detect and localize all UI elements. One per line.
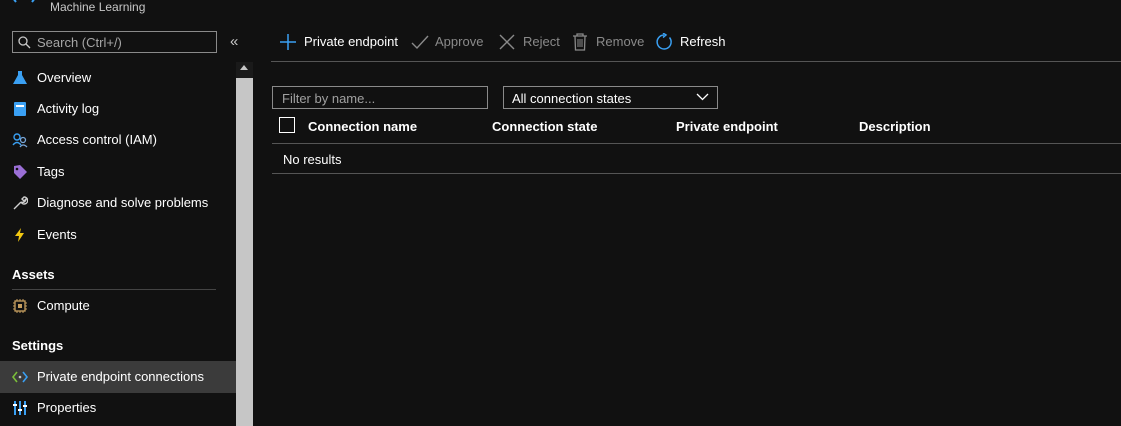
reject-button[interactable]: Reject xyxy=(498,31,564,53)
refresh-button[interactable]: Refresh xyxy=(655,31,726,53)
plus-icon xyxy=(280,34,296,50)
checkmark-icon xyxy=(411,35,429,50)
sidebar-item-compute[interactable]: Compute xyxy=(0,290,236,322)
sidebar-item-overview[interactable]: Overview xyxy=(0,62,236,94)
table-header-divider xyxy=(272,143,1121,144)
iam-icon xyxy=(12,133,28,148)
search-input[interactable]: Search (Ctrl+/) xyxy=(12,31,217,53)
refresh-icon xyxy=(656,33,672,50)
sidebar-item-iam[interactable]: Access control (IAM) xyxy=(0,124,236,156)
sidebar-item-label: Tags xyxy=(37,164,65,179)
column-header-private-endpoint[interactable]: Private endpoint xyxy=(676,119,778,134)
sidebar-item-tags[interactable]: Tags xyxy=(0,156,236,188)
sidebar-item-label: Private endpoint connections xyxy=(37,369,204,384)
properties-icon xyxy=(13,401,27,415)
section-settings-title: Settings xyxy=(12,338,64,353)
column-header-connection-state[interactable]: Connection state xyxy=(492,119,597,134)
activity-log-icon xyxy=(14,102,26,116)
add-private-endpoint-button[interactable]: Private endpoint xyxy=(279,31,399,53)
dropdown-selected-value: All connection states xyxy=(512,91,632,106)
chevron-down-icon xyxy=(696,93,709,101)
collapse-sidebar-button[interactable]: « xyxy=(230,33,238,50)
toolbar-label: Approve xyxy=(435,34,484,49)
toolbar-label: Remove xyxy=(596,34,645,49)
search-icon xyxy=(18,36,31,49)
column-header-description[interactable]: Description xyxy=(859,119,931,134)
approve-button[interactable]: Approve xyxy=(411,31,491,53)
table-row-divider xyxy=(272,173,1121,174)
sidebar-item-label: Activity log xyxy=(37,101,100,116)
sidebar-scrollbar-thumb[interactable] xyxy=(236,78,253,426)
select-all-checkbox[interactable] xyxy=(279,117,295,133)
lightning-icon xyxy=(15,228,24,242)
sidebar-item-private-endpoint-connections[interactable]: Private endpoint connections xyxy=(0,361,236,393)
toolbar-divider xyxy=(271,61,1121,62)
sidebar-item-properties[interactable]: Properties xyxy=(0,392,236,424)
trash-icon xyxy=(573,33,587,51)
toolbar-label: Reject xyxy=(523,34,560,49)
column-header-connection-name[interactable]: Connection name xyxy=(308,119,417,134)
sidebar-item-label: Events xyxy=(37,227,77,242)
remove-button[interactable]: Remove xyxy=(572,31,646,53)
overview-icon xyxy=(13,71,27,84)
tag-icon xyxy=(14,165,27,179)
filter-by-name-input[interactable]: Filter by name... xyxy=(272,86,488,109)
private-endpoint-icon xyxy=(12,371,28,383)
search-placeholder: Search (Ctrl+/) xyxy=(37,35,122,50)
sidebar-item-label: Overview xyxy=(37,70,92,85)
machine-learning-logo-icon xyxy=(13,0,35,3)
sidebar-item-label: Access control (IAM) xyxy=(37,132,157,147)
wrench-icon xyxy=(13,196,28,210)
sidebar-item-label: Properties xyxy=(37,400,97,415)
sidebar-item-diagnose[interactable]: Diagnose and solve problems xyxy=(0,187,236,219)
sidebar-item-label: Compute xyxy=(37,298,90,313)
sidebar-item-label: Diagnose and solve problems xyxy=(37,195,209,210)
empty-state-text: No results xyxy=(283,152,342,167)
sidebar-item-events[interactable]: Events xyxy=(0,219,236,251)
compute-chip-icon xyxy=(13,299,27,313)
toolbar-label: Refresh xyxy=(680,34,726,49)
sidebar-item-activity-log[interactable]: Activity log xyxy=(0,93,236,125)
close-icon xyxy=(499,34,515,50)
connection-state-dropdown[interactable]: All connection states xyxy=(503,86,718,109)
scroll-up-arrow-icon[interactable] xyxy=(240,65,248,70)
sidebar: Machine Learning Search (Ctrl+/) « Overv… xyxy=(0,0,253,426)
filter-placeholder: Filter by name... xyxy=(282,91,376,106)
service-subtitle: Machine Learning xyxy=(50,0,146,14)
toolbar-label: Private endpoint xyxy=(304,34,398,49)
section-assets-title: Assets xyxy=(12,267,55,282)
